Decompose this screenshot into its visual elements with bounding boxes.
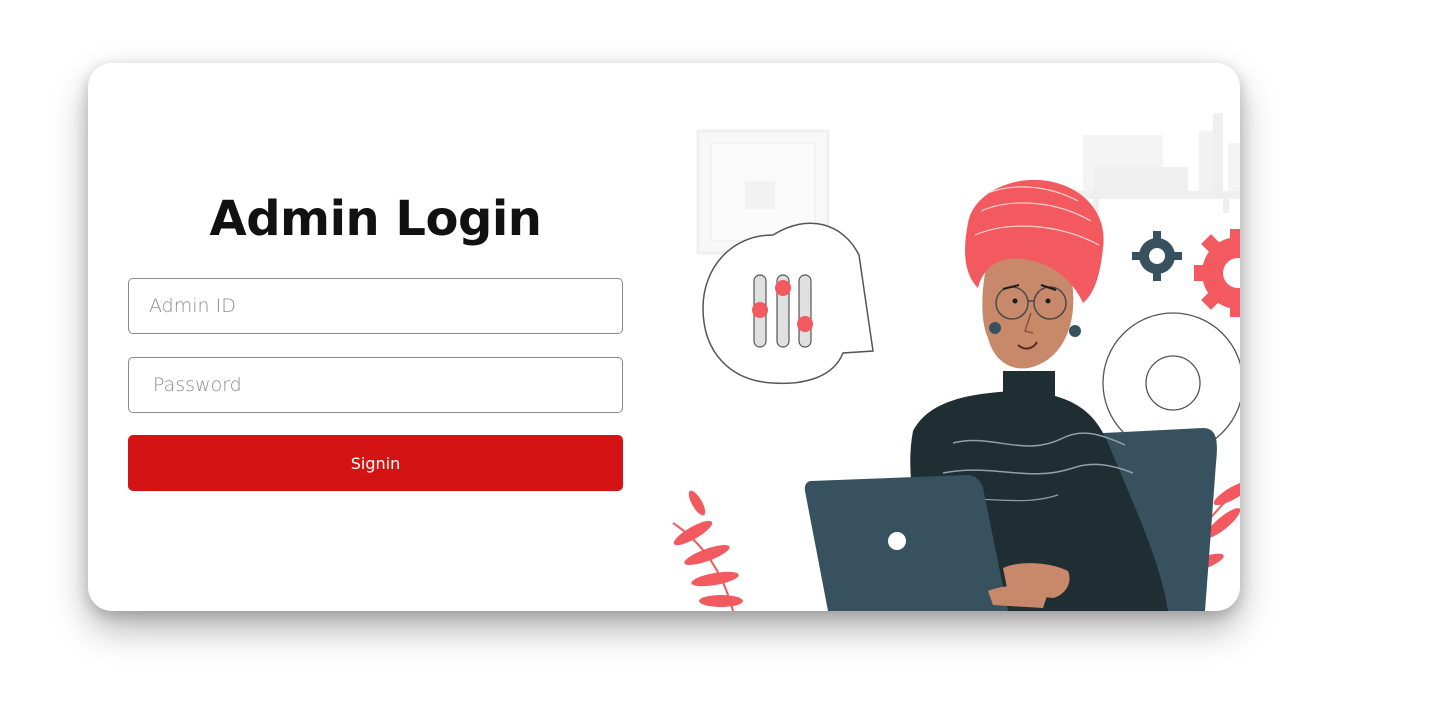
login-card: Admin Login Signin: [88, 63, 1240, 611]
shelf-icon: [1058, 113, 1240, 213]
signin-button[interactable]: Signin: [128, 435, 623, 491]
admin-illustration: [663, 63, 1240, 611]
laptop-icon: [804, 475, 1008, 611]
gear-icon: [1194, 229, 1240, 317]
gear-icon: [1132, 231, 1182, 281]
admin-id-input[interactable]: [128, 278, 623, 334]
page-title: Admin Login: [209, 191, 542, 247]
login-form: Admin Login Signin: [88, 63, 663, 611]
plant-leaves-icon: [672, 490, 743, 611]
password-input[interactable]: [128, 357, 623, 413]
